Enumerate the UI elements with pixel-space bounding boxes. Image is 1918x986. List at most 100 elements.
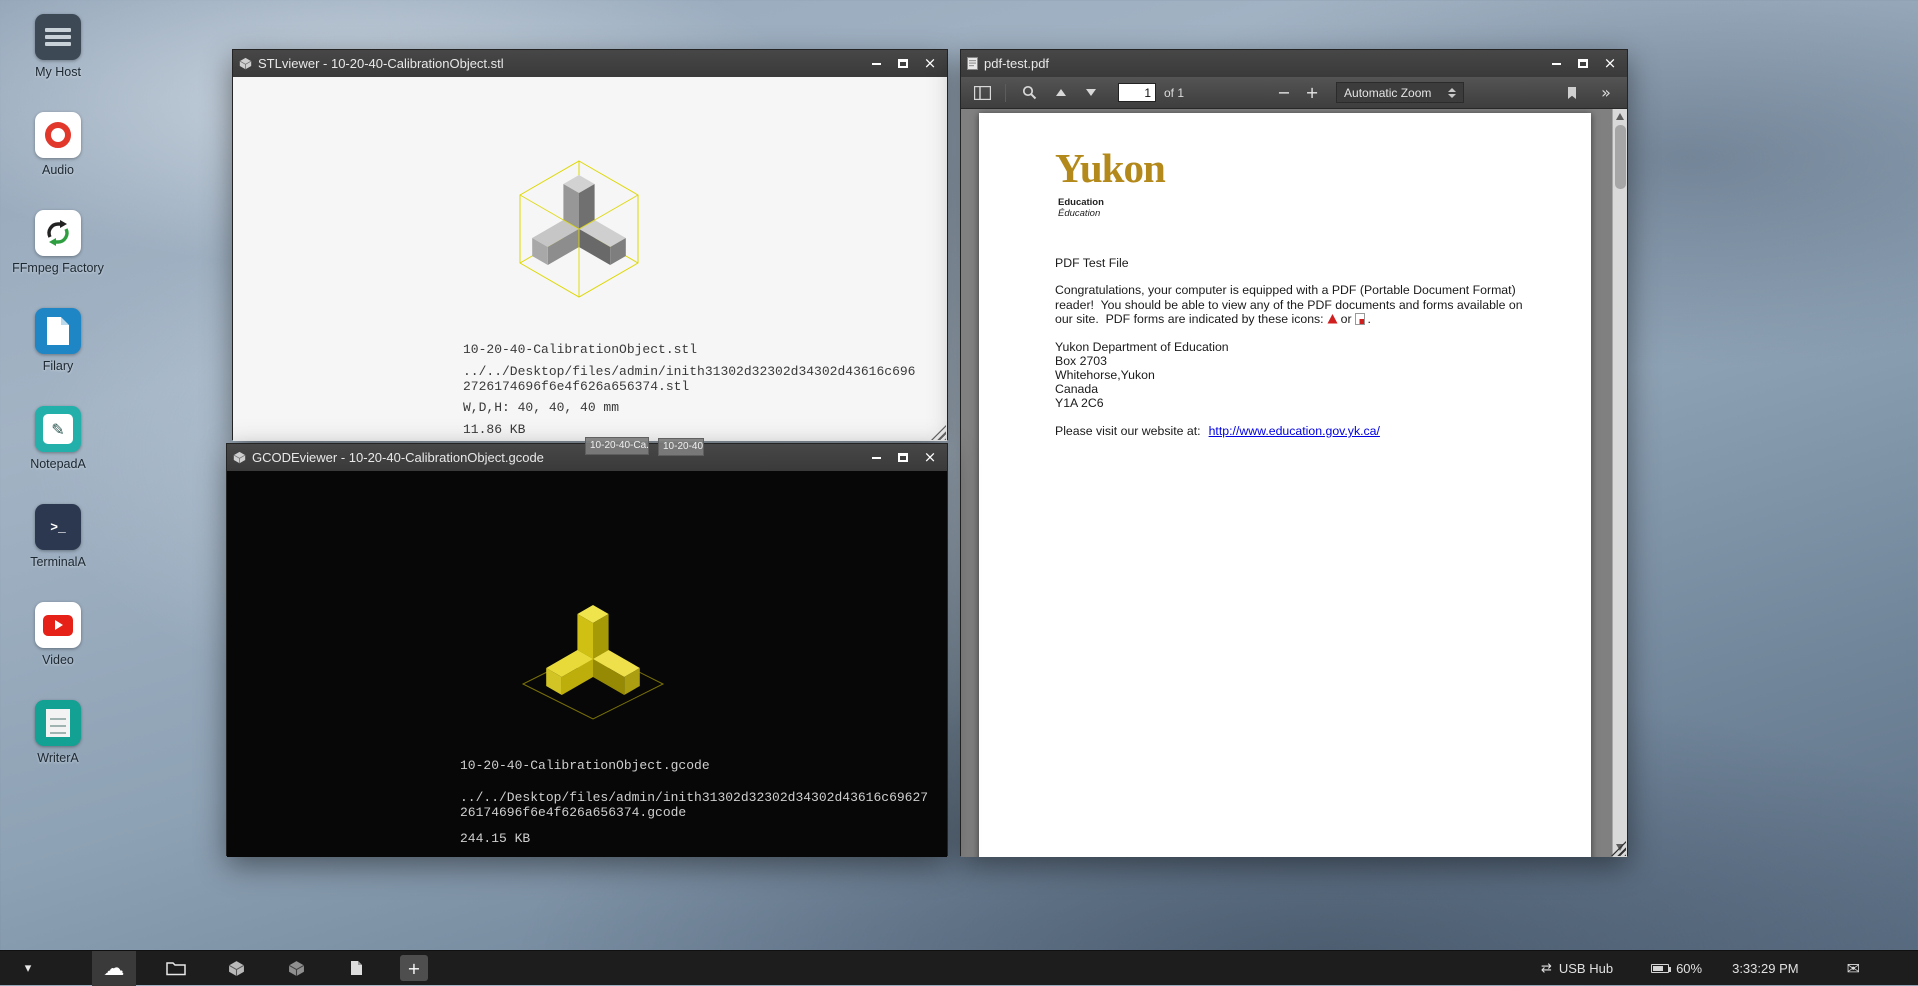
taskbar-gcodeviewer-button[interactable] <box>274 951 318 986</box>
desktop-icon-column: My Host Audio FFmpeg Factory Filary ✎ No… <box>10 10 106 794</box>
gcode-app-icon <box>288 960 305 977</box>
sidebar-toggle-icon[interactable] <box>969 81 995 105</box>
usb-arrows-icon: ⇄ <box>1541 961 1552 976</box>
previous-page-icon[interactable] <box>1048 81 1074 105</box>
taskbar: ▾ ☁ + ⇄ USB Hub 60% <box>0 950 1918 985</box>
usb-hub-label: USB Hub <box>1559 961 1613 976</box>
pdf-app-icon <box>350 960 363 976</box>
taskbar-pdf-button[interactable] <box>334 951 378 986</box>
gcode-3d-model <box>511 567 675 743</box>
host-icon <box>35 14 81 60</box>
battery-icon <box>1651 964 1669 973</box>
battery-percent-label: 60% <box>1676 961 1702 976</box>
taskbar-stlviewer-button[interactable] <box>214 951 258 986</box>
stl-window-title: STLviewer - 10-20-40-CalibrationObject.s… <box>258 56 859 71</box>
paragraph-line2: reader! You should be able to view any o… <box>1055 298 1523 312</box>
desktop-icon-my-host[interactable]: My Host <box>10 10 106 108</box>
taskbar-cloud-button[interactable]: ☁ <box>92 951 136 986</box>
gcode-viewer-window: GCODEviewer - 10-20-40-CalibrationObject… <box>226 443 948 856</box>
taskbar-folder-button[interactable] <box>154 951 198 986</box>
scroll-up-icon[interactable] <box>1616 113 1624 120</box>
pdf-window-title: pdf-test.pdf <box>984 56 1539 71</box>
gcode-filepath-line2: 26174696f6e4f626a656374.gcode <box>460 805 928 820</box>
resize-grip[interactable] <box>931 425 946 440</box>
gcode-filename: 10-20-40-CalibrationObject.gcode <box>460 759 928 773</box>
pdf-address-block: Yukon Department of Education Box 2703 W… <box>1055 340 1229 410</box>
maximize-icon[interactable] <box>1572 54 1594 73</box>
pdf-window-titlebar[interactable]: pdf-test.pdf × <box>961 50 1627 77</box>
close-icon[interactable]: × <box>919 54 941 73</box>
stl-filesize: 11.86 KB <box>463 423 915 437</box>
stl-info-panel: 10-20-40-CalibrationObject.stl ../../Des… <box>463 343 915 437</box>
desktop-icon-label: Filary <box>43 359 74 373</box>
minimize-icon[interactable] <box>1545 54 1567 73</box>
desktop-icon-filary[interactable]: Filary <box>10 304 106 402</box>
terminal-icon: >_ <box>35 504 81 550</box>
desktop-icon-ffmpeg-factory[interactable]: FFmpeg Factory <box>10 206 106 304</box>
chevron-down-icon[interactable]: ▾ <box>16 961 40 976</box>
website-link[interactable]: http://www.education.gov.yk.ca/ <box>1209 424 1380 438</box>
pdf-form-icon <box>1355 313 1365 329</box>
filary-icon <box>35 308 81 354</box>
pdf-scrollbar[interactable] <box>1612 109 1627 857</box>
desktop-icon-video[interactable]: Video <box>10 598 106 696</box>
usb-hub-status[interactable]: ⇄ USB Hub <box>1541 961 1613 976</box>
zoom-in-icon[interactable]: + <box>1300 83 1324 102</box>
taskbar-status-area: ⇄ USB Hub 60% 3:33:29 PM ✉ <box>1541 959 1918 978</box>
desktop-icon-label: WriterA <box>37 751 78 765</box>
maximize-icon[interactable] <box>892 54 914 73</box>
logo-subtitle-fr: Éducation <box>1058 208 1100 219</box>
gcode-filepath-line1: ../../Desktop/files/admin/inith31302d323… <box>460 790 928 805</box>
stl-app-icon <box>228 960 245 977</box>
next-page-icon[interactable] <box>1078 81 1104 105</box>
gcode-info-panel: 10-20-40-CalibrationObject.gcode ../../D… <box>460 759 928 846</box>
ffmpeg-icon <box>35 210 81 256</box>
search-icon[interactable] <box>1016 81 1042 105</box>
folder-icon <box>166 960 186 976</box>
taskbar-add-button[interactable]: + <box>400 955 428 981</box>
zoom-out-icon[interactable]: − <box>1272 83 1296 102</box>
toolbar-separator <box>1005 84 1006 102</box>
page-number-input[interactable] <box>1118 83 1156 102</box>
close-icon[interactable]: × <box>1599 54 1621 73</box>
envelope-icon[interactable]: ✉ <box>1847 959 1860 978</box>
pdf-toolbar: of 1 − + Automatic Zoom » <box>961 77 1627 109</box>
ghost-tab: 10-20-40-Ca <box>658 438 704 456</box>
pdf-content-area: Yukon Education Éducation PDF Test File … <box>961 109 1627 857</box>
stl-filename: 10-20-40-CalibrationObject.stl <box>463 343 915 357</box>
minimize-icon[interactable] <box>865 54 887 73</box>
address-line: Box 2703 <box>1055 354 1229 368</box>
close-icon[interactable]: × <box>919 448 941 467</box>
desktop-icon-audio[interactable]: Audio <box>10 108 106 206</box>
gcode-3d-viewport[interactable]: 10-20-40-CalibrationObject.gcode ../../D… <box>227 471 947 857</box>
stl-window-titlebar[interactable]: STLviewer - 10-20-40-CalibrationObject.s… <box>233 50 947 77</box>
bookmark-icon[interactable] <box>1559 81 1585 105</box>
stl-dimensions: W,D,H: 40, 40, 40 mm <box>463 401 915 415</box>
paragraph-period: . <box>1368 312 1371 326</box>
desktop-icon-label: TerminalA <box>30 555 86 569</box>
zoom-select[interactable]: Automatic Zoom <box>1336 82 1464 103</box>
scrollbar-thumb[interactable] <box>1615 125 1626 189</box>
maximize-icon[interactable] <box>892 448 914 467</box>
minimize-icon[interactable] <box>865 448 887 467</box>
pdf-website-line: Please visit our website at:http://www.e… <box>1055 424 1380 438</box>
pdf-viewer-window: pdf-test.pdf × of 1 − + Automat <box>960 49 1628 856</box>
battery-status[interactable]: 60% <box>1651 961 1702 976</box>
address-line: Y1A 2C6 <box>1055 396 1229 410</box>
desktop-icon-label: Audio <box>42 163 74 177</box>
video-icon <box>35 602 81 648</box>
address-line: Whitehorse,Yukon <box>1055 368 1229 382</box>
desktop-icon-writera[interactable]: WriterA <box>10 696 106 794</box>
address-line: Canada <box>1055 382 1229 396</box>
desktop-icon-label: FFmpeg Factory <box>12 261 104 275</box>
toolbar-more-icon[interactable]: » <box>1593 81 1619 105</box>
paragraph-or: or <box>1341 312 1352 326</box>
desktop-icon-notepada[interactable]: ✎ NotepadA <box>10 402 106 500</box>
zoom-select-value: Automatic Zoom <box>1344 86 1448 100</box>
desktop-icon-terminala[interactable]: >_ TerminalA <box>10 500 106 598</box>
desktop-icon-label: NotepadA <box>30 457 86 471</box>
stl-3d-viewport[interactable]: 10-20-40-CalibrationObject.stl ../../Des… <box>233 77 947 441</box>
taskbar-clock[interactable]: 3:33:29 PM <box>1732 961 1799 976</box>
pdf-app-icon <box>967 57 978 70</box>
gcode-app-icon <box>233 451 246 464</box>
